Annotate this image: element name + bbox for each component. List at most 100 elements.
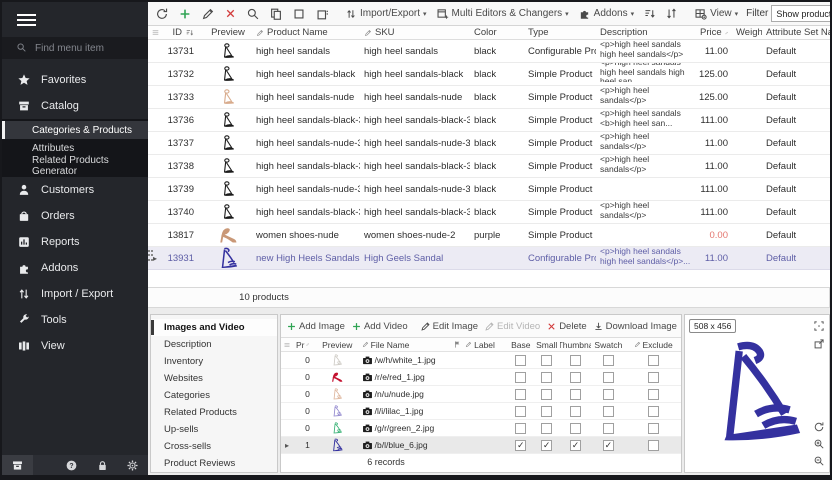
settings-gear-icon[interactable] bbox=[118, 455, 149, 475]
column-header-attribute-set-name[interactable]: Attribute Set Name bbox=[762, 26, 830, 39]
tab-up-sells[interactable]: Up-sells bbox=[151, 421, 277, 438]
view-button[interactable]: View▾ bbox=[691, 5, 741, 22]
tab-websites[interactable]: Websites bbox=[151, 370, 277, 387]
download-image-button[interactable]: Download Image bbox=[591, 319, 679, 334]
exclude-checkbox[interactable] bbox=[648, 355, 659, 366]
exclude-checkbox[interactable] bbox=[648, 372, 659, 383]
filter-dropdown[interactable]: Show products from selected categories ▾ bbox=[771, 5, 832, 22]
swatch-checkbox[interactable]: ✓ bbox=[603, 440, 614, 451]
zoom-out-icon[interactable] bbox=[812, 454, 826, 468]
small-checkbox[interactable]: ✓ bbox=[541, 440, 552, 451]
sort-order-button[interactable] bbox=[662, 5, 681, 22]
column-header-exclude[interactable]: Exclude bbox=[625, 338, 681, 351]
sidebar-item-tools[interactable]: Tools bbox=[2, 307, 148, 333]
product-row[interactable]: 13738high heel sandals-black-37high heel… bbox=[148, 155, 830, 178]
base-checkbox[interactable] bbox=[515, 372, 526, 383]
column-header-small[interactable]: Small bbox=[534, 338, 560, 351]
swatch-checkbox[interactable] bbox=[603, 389, 614, 400]
add-product-button[interactable] bbox=[175, 5, 195, 23]
product-row[interactable]: 13731high heel sandalshigh heel sandalsb… bbox=[148, 40, 830, 63]
edit-product-button[interactable] bbox=[198, 5, 218, 23]
column-header-base[interactable]: Base bbox=[508, 338, 534, 351]
fit-to-screen-icon[interactable] bbox=[812, 319, 826, 333]
swatch-checkbox[interactable] bbox=[603, 355, 614, 366]
column-header-description[interactable]: Description bbox=[596, 26, 696, 39]
column-header-thumbna[interactable]: Thumbna bbox=[560, 338, 592, 351]
multi-editors-button[interactable]: Multi Editors & Changers▾ bbox=[433, 5, 572, 22]
thumbnail-checkbox[interactable] bbox=[570, 406, 581, 417]
image-row[interactable]: 0 /w/h/white_1.jpg bbox=[281, 352, 681, 369]
small-checkbox[interactable] bbox=[541, 406, 552, 417]
column-header-type[interactable]: Type bbox=[524, 26, 596, 39]
refresh-image-icon[interactable] bbox=[812, 420, 826, 434]
column-header-product-name[interactable]: Product Name bbox=[252, 26, 360, 39]
column-header-sku[interactable]: SKU bbox=[360, 26, 470, 39]
sidebar-item-categories-products[interactable]: Categories & Products bbox=[2, 121, 148, 139]
delete-button[interactable]: Delete bbox=[544, 319, 588, 334]
exclude-checkbox[interactable] bbox=[648, 440, 659, 451]
base-checkbox[interactable] bbox=[515, 406, 526, 417]
tab-product-reviews[interactable]: Product Reviews bbox=[151, 455, 277, 472]
sort-az-button[interactable] bbox=[640, 5, 659, 22]
base-checkbox[interactable] bbox=[515, 355, 526, 366]
product-row[interactable]: 13732high heel sandals-blackhigh heel sa… bbox=[148, 63, 830, 86]
tab-inventory[interactable]: Inventory bbox=[151, 353, 277, 370]
lock-icon[interactable] bbox=[87, 455, 118, 475]
help-icon[interactable]: ? bbox=[57, 455, 88, 475]
product-row[interactable]: ▸13931new High Heels SandalsHigh Geels S… bbox=[148, 247, 830, 270]
column-header-preview[interactable]: Preview bbox=[313, 338, 359, 351]
flag-column-header[interactable] bbox=[452, 338, 462, 351]
open-external-icon[interactable] bbox=[812, 337, 826, 351]
image-row[interactable]: 0 /n/u/nude.jpg bbox=[281, 386, 681, 403]
small-checkbox[interactable] bbox=[541, 423, 552, 434]
product-row[interactable]: 13817women shoes-nudewomen shoes-nude-2p… bbox=[148, 224, 830, 247]
add-image-button[interactable]: Add Image bbox=[284, 319, 347, 334]
add-video-button[interactable]: Add Video bbox=[349, 319, 410, 334]
tab-description[interactable]: Description bbox=[151, 336, 277, 353]
exclude-checkbox[interactable] bbox=[648, 423, 659, 434]
checkbox-select-button[interactable] bbox=[289, 5, 309, 23]
column-header-pr[interactable]: Pr bbox=[293, 338, 313, 351]
image-row[interactable]: 0 /l/i/lilac_1.jpg bbox=[281, 403, 681, 420]
addons-button[interactable]: Addons▾ bbox=[575, 5, 637, 22]
thumbnail-checkbox[interactable] bbox=[570, 423, 581, 434]
swatch-checkbox[interactable] bbox=[603, 372, 614, 383]
sidebar-item-reports[interactable]: Reports bbox=[2, 229, 148, 255]
column-header-weight[interactable]: Weight bbox=[732, 26, 762, 39]
swatch-checkbox[interactable] bbox=[603, 423, 614, 434]
column-header-label[interactable]: Label bbox=[462, 338, 508, 351]
exclude-checkbox[interactable] bbox=[648, 406, 659, 417]
copy-button[interactable] bbox=[266, 5, 286, 23]
thumbnail-checkbox[interactable] bbox=[570, 372, 581, 383]
column-header-swatch[interactable]: Swatch bbox=[591, 338, 625, 351]
thumbnail-checkbox[interactable]: ✓ bbox=[570, 440, 581, 451]
search-button[interactable] bbox=[243, 5, 263, 23]
swatch-checkbox[interactable] bbox=[603, 406, 614, 417]
sidebar-item-customers[interactable]: Customers bbox=[2, 177, 148, 203]
tab-categories[interactable]: Categories bbox=[151, 387, 277, 404]
tab-related-products[interactable]: Related Products bbox=[151, 404, 277, 421]
column-header-color[interactable]: Color bbox=[470, 26, 524, 39]
hamburger-menu-icon[interactable] bbox=[2, 2, 148, 34]
small-checkbox[interactable] bbox=[541, 389, 552, 400]
sidebar-item-orders[interactable]: Orders bbox=[2, 203, 148, 229]
product-row[interactable]: 13739high heel sandals-nude-37high heel … bbox=[148, 178, 830, 201]
base-checkbox[interactable] bbox=[515, 423, 526, 434]
zoom-in-icon[interactable] bbox=[812, 437, 826, 451]
refresh-button[interactable] bbox=[152, 5, 172, 23]
tab-images-and-video[interactable]: Images and Video bbox=[151, 319, 277, 336]
sidebar-item-related-products-generator[interactable]: Related Products Generator bbox=[2, 157, 148, 175]
sidebar-item-favorites[interactable]: Favorites bbox=[2, 67, 148, 93]
thumbnail-checkbox[interactable] bbox=[570, 389, 581, 400]
image-row[interactable]: 0 /r/e/red_1.jpg bbox=[281, 369, 681, 386]
exclude-checkbox[interactable] bbox=[648, 389, 659, 400]
sidebar-item-catalog[interactable]: Catalog bbox=[2, 93, 148, 119]
edit-image-button[interactable]: Edit Image bbox=[418, 319, 480, 334]
import-export-button[interactable]: Import/Export▾ bbox=[342, 6, 430, 22]
base-checkbox[interactable]: ✓ bbox=[515, 440, 526, 451]
column-header-file-name[interactable]: File Name bbox=[359, 338, 453, 351]
column-header-preview[interactable]: Preview bbox=[200, 26, 252, 39]
catalog-box-icon[interactable] bbox=[2, 455, 33, 475]
column-header-price[interactable]: Price bbox=[696, 26, 732, 39]
paste-special-button[interactable] bbox=[312, 5, 332, 23]
